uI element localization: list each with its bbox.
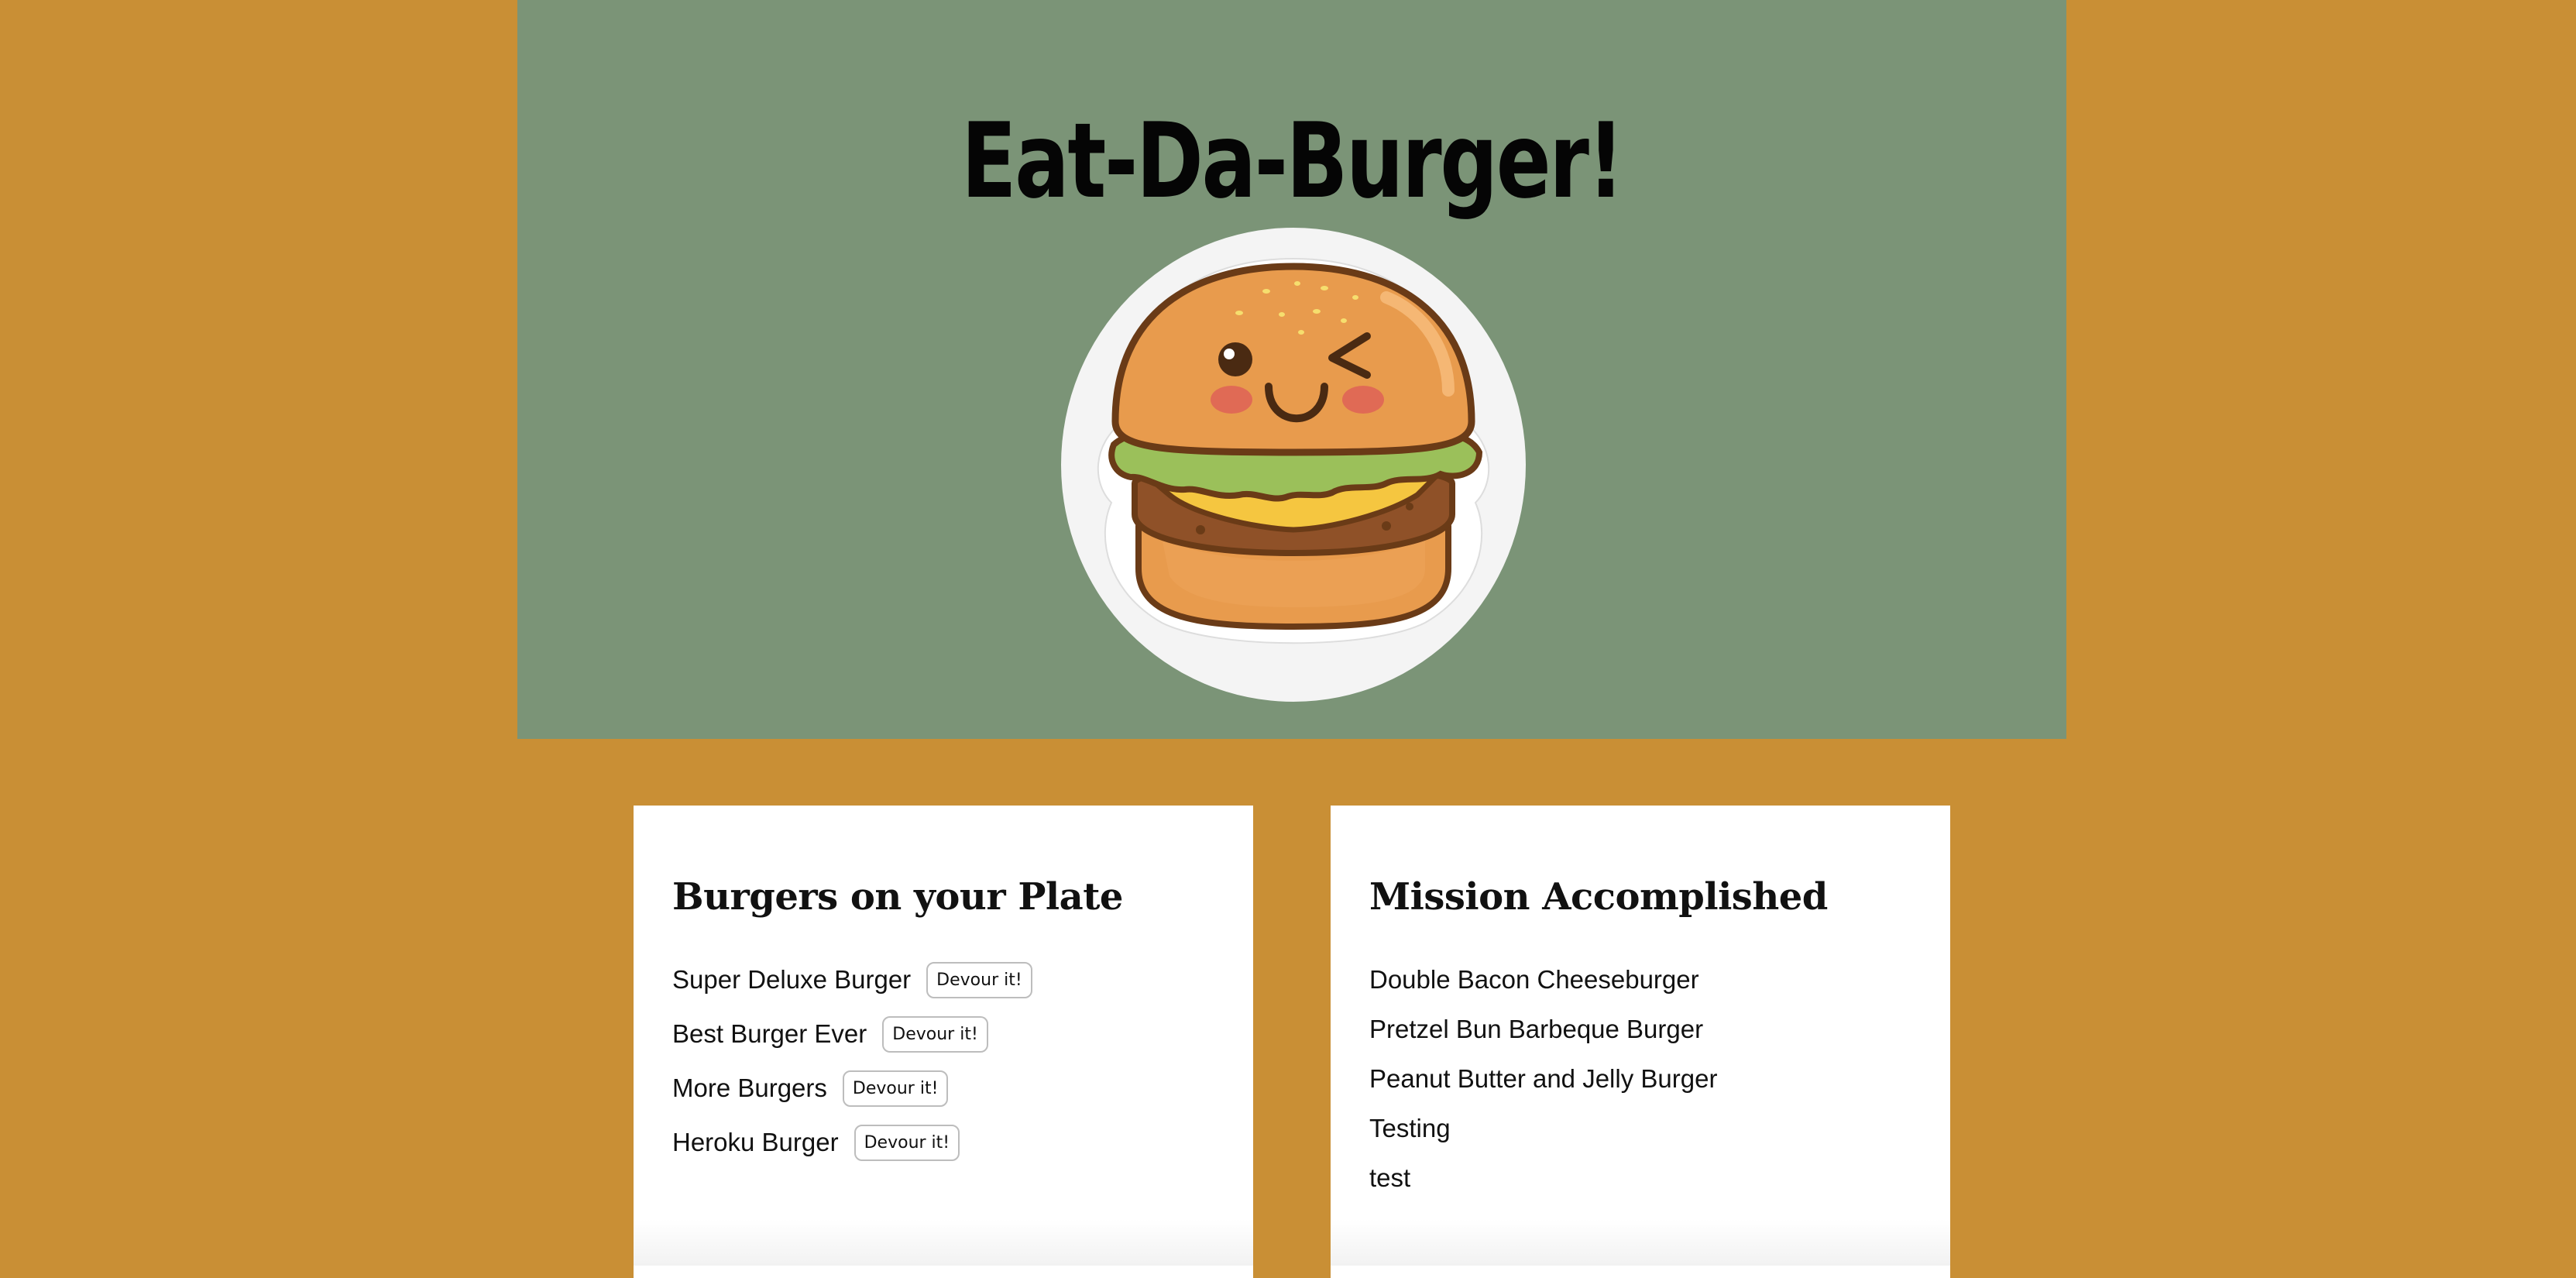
burger-name: Best Burger Ever — [672, 1019, 867, 1048]
devoured-list: Double Bacon Cheeseburger Pretzel Bun Ba… — [1369, 955, 1717, 1203]
list-item: test — [1369, 1163, 1411, 1192]
plate-list: Super Deluxe Burger Devour it! Best Burg… — [672, 953, 1032, 1170]
devoured-title: Mission Accomplished — [1369, 875, 1828, 919]
plate-card: Burgers on your Plate Super Deluxe Burge… — [634, 806, 1253, 1278]
list-item: Best Burger Ever Devour it! — [672, 1007, 1032, 1061]
burger-logo-icon — [1061, 228, 1526, 702]
list-item: Testing — [1369, 1114, 1451, 1142]
list-item: Peanut Butter and Jelly Burger — [1369, 1064, 1718, 1093]
page-title: Eat-Da-Burger! — [961, 101, 1624, 222]
devour-button[interactable]: Devour it! — [882, 1015, 988, 1053]
devoured-card: Mission Accomplished Double Bacon Cheese… — [1331, 806, 1950, 1278]
hero-banner: Eat-Da-Burger! — [517, 0, 2066, 739]
devour-button[interactable]: Devour it! — [854, 1124, 960, 1161]
list-item: More Burgers Devour it! — [672, 1061, 1032, 1115]
burger-name: More Burgers — [672, 1074, 827, 1102]
list-item: Heroku Burger Devour it! — [672, 1115, 1032, 1170]
burger-name: Super Deluxe Burger — [672, 965, 912, 994]
burger-name: Heroku Burger — [672, 1128, 839, 1156]
devour-button[interactable]: Devour it! — [926, 961, 1032, 998]
card-fade — [634, 1219, 1253, 1266]
devour-button[interactable]: Devour it! — [842, 1070, 949, 1107]
list-item: Double Bacon Cheeseburger — [1369, 965, 1699, 994]
card-fade — [1331, 1219, 1950, 1266]
list-item: Pretzel Bun Barbeque Burger — [1369, 1015, 1704, 1043]
list-item: Super Deluxe Burger Devour it! — [672, 953, 1032, 1007]
plate-title: Burgers on your Plate — [672, 875, 1123, 919]
